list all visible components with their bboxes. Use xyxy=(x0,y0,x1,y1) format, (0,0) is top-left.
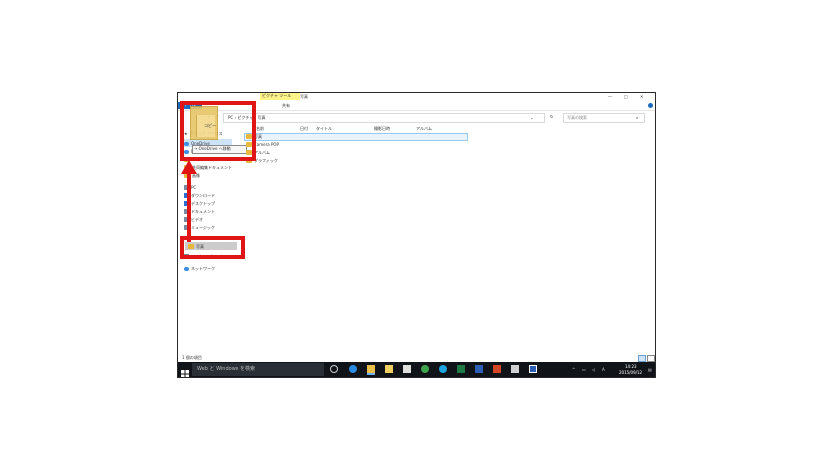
notification-icon[interactable]: ▤ xyxy=(648,367,652,372)
network-tray-icon[interactable]: ▭ xyxy=(582,367,586,372)
search-icon[interactable]: ⌕ xyxy=(636,115,638,120)
excel-icon[interactable] xyxy=(457,365,465,373)
title-bar: ピクチャ ツール 写真 — □ ✕ xyxy=(178,93,655,101)
taskbar-search-placeholder: Web と Windows を検索 xyxy=(197,366,255,372)
windows-start-icon[interactable] xyxy=(180,364,190,377)
arrow-shaft xyxy=(187,172,191,242)
highlight-box-source-folder xyxy=(180,236,245,259)
nav-item-label: ドキュメント xyxy=(191,209,215,214)
nav-item-label: PC xyxy=(191,185,197,190)
search-box[interactable]: 写真の検索 ⌕ xyxy=(563,113,645,123)
ime-tray-icon[interactable]: A xyxy=(602,367,605,372)
nav-item-label: デスクトップ xyxy=(191,201,215,206)
list-item-label: グラフィック xyxy=(254,158,278,163)
column-header-date[interactable]: 日付 xyxy=(300,126,308,131)
search-placeholder: 写真の検索 xyxy=(567,115,587,120)
window-title: 写真 xyxy=(300,94,308,99)
ribbon-tab-share[interactable]: 共有 xyxy=(282,103,290,108)
large-icons-view-icon[interactable] xyxy=(647,355,655,362)
nav-item-network[interactable]: ネットワーク xyxy=(184,265,215,272)
address-bar[interactable]: PC › ピクチャ › 写真 ⌄ xyxy=(223,113,545,123)
nav-item-label: 共同編集ドキュメント xyxy=(192,165,232,170)
column-header-name[interactable]: 名前 xyxy=(256,126,264,131)
picture-tools-tab[interactable]: ピクチャ ツール xyxy=(260,93,300,100)
app-icon[interactable] xyxy=(529,365,537,373)
minimize-button[interactable]: — xyxy=(608,94,612,99)
help-icon[interactable] xyxy=(648,103,653,108)
store-icon[interactable] xyxy=(385,365,393,373)
refresh-icon[interactable]: ↻ xyxy=(550,114,553,119)
edge-browser-icon[interactable] xyxy=(349,365,357,373)
column-headers: 名前 日付 タイトル 撮影日時 アルバム xyxy=(256,126,556,132)
powerpoint-icon[interactable] xyxy=(493,365,501,373)
tray-chevron-up-icon[interactable]: ^ xyxy=(572,367,575,372)
word-icon[interactable] xyxy=(475,365,483,373)
address-dropdown-icon[interactable]: ⌄ xyxy=(530,115,533,120)
skype-icon[interactable] xyxy=(439,365,447,373)
volume-tray-icon[interactable]: ◁ xyxy=(592,367,595,372)
notepad-icon[interactable] xyxy=(511,365,519,373)
list-item-label: アルバム xyxy=(254,150,270,155)
nav-item-label: ミュージック xyxy=(191,225,215,230)
nav-item-label: ダウンロード xyxy=(191,193,215,198)
taskbar-date[interactable]: 2015/09/12 xyxy=(619,370,642,375)
chrome-icon[interactable] xyxy=(421,365,429,373)
nav-item-label: ネットワーク xyxy=(191,266,215,271)
network-icon xyxy=(184,266,189,271)
close-button[interactable]: ✕ xyxy=(640,94,643,99)
taskbar-time[interactable]: 14:23 xyxy=(625,364,637,369)
details-view-icon[interactable] xyxy=(638,355,646,362)
column-header-album[interactable]: アルバム xyxy=(416,126,432,131)
file-explorer-icon[interactable] xyxy=(367,365,375,375)
mail-icon[interactable] xyxy=(403,365,411,373)
status-bar: 1 個の項目 xyxy=(182,355,202,360)
highlight-box-drag-target xyxy=(180,101,256,161)
list-item-label: Camera POP xyxy=(254,142,279,147)
file-list: 写真 Camera POP アルバム グラフィック xyxy=(244,133,544,173)
maximize-button[interactable]: □ xyxy=(624,94,628,99)
taskbar: Web と Windows を検索 ^ ▭ ◁ A 14:23 2015/09/… xyxy=(178,362,655,377)
taskbar-search-box[interactable]: Web と Windows を検索 xyxy=(192,363,324,376)
cortana-icon[interactable] xyxy=(330,365,338,373)
column-header-title[interactable]: タイトル xyxy=(316,126,332,131)
nav-item-label: ビデオ xyxy=(191,217,203,222)
column-header-taken[interactable]: 撮影日時 xyxy=(374,126,390,131)
